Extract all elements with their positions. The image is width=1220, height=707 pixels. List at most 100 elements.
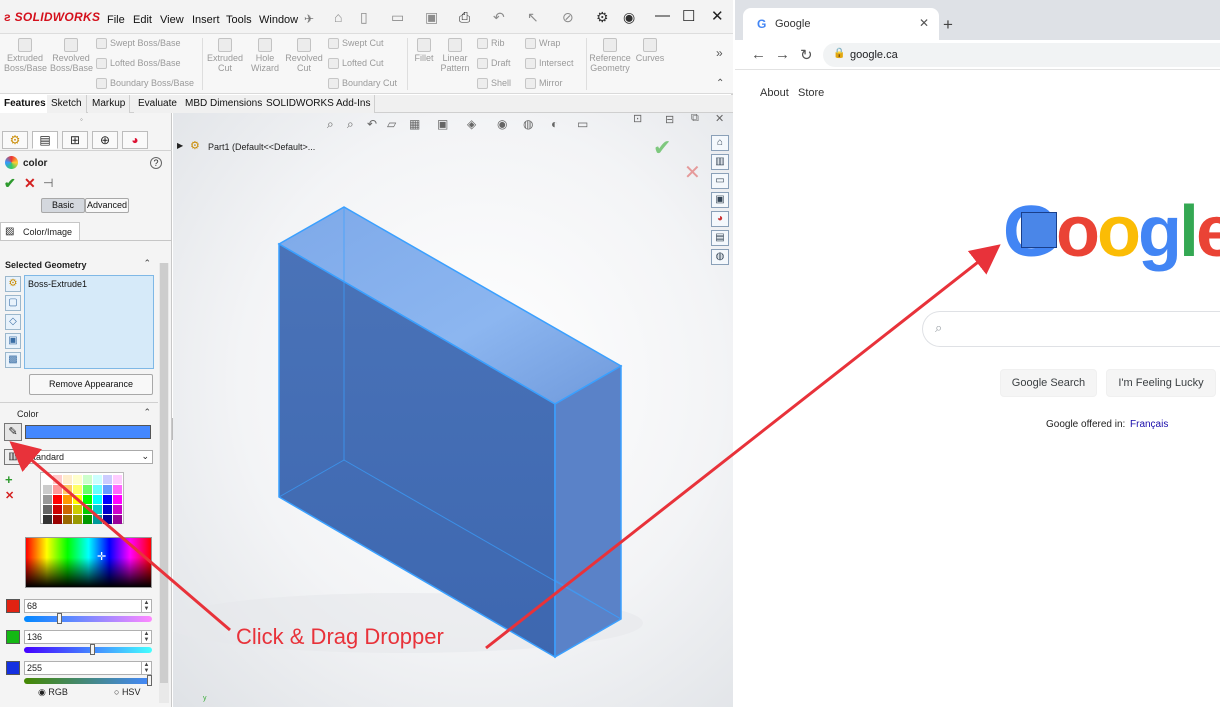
home-icon[interactable]: ⌂: [334, 9, 342, 25]
palette-swatch[interactable]: [43, 515, 52, 524]
rib-button[interactable]: Rib: [477, 38, 505, 50]
palette-swatch[interactable]: [73, 475, 82, 484]
lofted-boss-button[interactable]: Lofted Boss/Base: [96, 58, 181, 70]
ribbon-collapse-icon[interactable]: ⌃: [716, 78, 724, 89]
tab-sketch[interactable]: Sketch: [47, 95, 87, 113]
undo-icon[interactable]: ↶: [493, 9, 505, 26]
green-value-field[interactable]: 136 ▲ ▼: [24, 630, 152, 644]
palette-swatch[interactable]: [113, 475, 122, 484]
property-manager-icon[interactable]: ▤: [32, 131, 58, 149]
palette-swatch[interactable]: [63, 495, 72, 504]
palette-swatch[interactable]: [43, 505, 52, 514]
palette-swatch[interactable]: [83, 515, 92, 524]
tab-color-image[interactable]: ▨ Color/Image: [0, 222, 80, 240]
linear-pattern-button[interactable]: Linear Pattern: [440, 38, 470, 73]
green-slider[interactable]: [24, 644, 152, 655]
swept-boss-button[interactable]: Swept Boss/Base: [96, 38, 181, 50]
mirror-button[interactable]: Mirror: [525, 78, 563, 90]
print-icon[interactable]: ⎙: [459, 9, 470, 26]
configuration-icon[interactable]: ⊞: [62, 131, 88, 149]
list-item[interactable]: Boss-Extrude1: [28, 279, 87, 289]
palette-swatch[interactable]: [113, 515, 122, 524]
palette-swatch[interactable]: [43, 495, 52, 504]
palette-swatch[interactable]: [93, 475, 102, 484]
palette-swatch[interactable]: [83, 475, 92, 484]
red-slider-thumb[interactable]: [57, 613, 62, 624]
pin-icon[interactable]: ✈: [304, 12, 314, 26]
palette-swatch[interactable]: [83, 485, 92, 494]
boundary-boss-button[interactable]: Boundary Boss/Base: [96, 78, 194, 90]
color-spectrum[interactable]: ✛: [25, 537, 152, 588]
palette-swatch[interactable]: [53, 475, 62, 484]
select-solid-icon[interactable]: ▩: [5, 352, 21, 368]
palette-swatch[interactable]: [73, 485, 82, 494]
palette-swatch[interactable]: [63, 515, 72, 524]
palette-swatch[interactable]: [53, 505, 62, 514]
feeling-lucky-button[interactable]: I'm Feeling Lucky: [1106, 369, 1216, 397]
help-question-icon[interactable]: ?: [150, 157, 162, 169]
revolved-cut-button[interactable]: Revolved Cut: [284, 38, 324, 73]
user-icon[interactable]: ◉: [623, 9, 635, 26]
palette-swatch[interactable]: [93, 505, 102, 514]
palette-swatch[interactable]: [93, 495, 102, 504]
rgb-radio[interactable]: ◉ RGB: [38, 687, 68, 698]
paperclip-icon[interactable]: ⊘: [562, 9, 574, 26]
tab-markup[interactable]: Markup: [88, 95, 131, 113]
select-body-icon[interactable]: ▢: [5, 295, 21, 311]
save-icon[interactable]: ▣: [425, 9, 438, 26]
language-link[interactable]: Français: [1130, 419, 1168, 430]
tab-mbd-dimensions[interactable]: MBD Dimensions: [181, 95, 268, 113]
palette-swatch[interactable]: [103, 495, 112, 504]
palette-swatch[interactable]: [53, 515, 62, 524]
new-document-icon[interactable]: ▯: [360, 9, 368, 26]
boundary-cut-button[interactable]: Boundary Cut: [328, 78, 397, 90]
fillet-button[interactable]: Fillet: [410, 38, 438, 63]
palette-swatch[interactable]: [43, 485, 52, 494]
reload-icon[interactable]: ↻: [800, 46, 813, 64]
model-viewport[interactable]: [173, 113, 733, 707]
blue-slider-thumb[interactable]: [147, 675, 152, 686]
remove-appearance-button[interactable]: Remove Appearance: [29, 374, 153, 395]
dimxpert-icon[interactable]: ⊕: [92, 131, 118, 149]
green-slider-thumb[interactable]: [90, 644, 95, 655]
palette-swatch[interactable]: [73, 515, 82, 524]
swept-cut-button[interactable]: Swept Cut: [328, 38, 384, 50]
address-bar[interactable]: 🔒 google.ca: [823, 43, 1220, 67]
red-spinner[interactable]: ▲ ▼: [141, 600, 151, 612]
menu-insert[interactable]: Insert: [192, 14, 220, 26]
scrollbar-thumb[interactable]: [160, 263, 168, 683]
settings-icon[interactable]: ⚙: [596, 9, 609, 26]
swatch-grid[interactable]: [40, 472, 124, 524]
palette-swatch[interactable]: [113, 495, 122, 504]
palette-swatch[interactable]: [103, 475, 112, 484]
forward-arrow-icon[interactable]: →: [775, 46, 790, 63]
maximize-button[interactable]: ☐: [682, 7, 695, 25]
about-link[interactable]: About: [760, 87, 789, 99]
palette-swatch[interactable]: [113, 485, 122, 494]
eyedropper-button[interactable]: ✎: [4, 423, 22, 441]
blue-spinner[interactable]: ▲ ▼: [141, 662, 151, 674]
palette-swatch[interactable]: [83, 495, 92, 504]
hole-wizard-button[interactable]: Hole Wizard: [245, 38, 285, 73]
shell-button[interactable]: Shell: [477, 78, 511, 90]
red-slider[interactable]: [24, 613, 152, 624]
collapse-color-icon[interactable]: ⌃: [143, 407, 151, 418]
remove-swatch-icon[interactable]: ✕: [5, 489, 14, 502]
palette-swatch[interactable]: [103, 515, 112, 524]
palette-dropdown[interactable]: standard ⌄: [25, 450, 153, 464]
palette-swatch[interactable]: [43, 475, 52, 484]
tab-features[interactable]: Features: [0, 95, 51, 113]
palette-swatch[interactable]: [93, 515, 102, 524]
open-folder-icon[interactable]: ▭: [391, 9, 404, 26]
tab-evaluate[interactable]: Evaluate: [134, 95, 182, 113]
graphics-area[interactable]: ⌕ ⌕ ↶ ▱ ▦ ▣ ◈ ◉ ◍ ◐ ▭ ⊡ ⊟ ⧉ ✕ ▶ ⚙ Part1 …: [173, 113, 733, 707]
mode-advanced-button[interactable]: Advanced: [85, 198, 129, 213]
extruded-cut-button[interactable]: Extruded Cut: [205, 38, 245, 73]
tab-close-icon[interactable]: ✕: [919, 16, 929, 30]
select-feature-icon[interactable]: ▣: [5, 333, 21, 349]
minimize-button[interactable]: —: [655, 7, 670, 24]
curves-button[interactable]: Curves: [634, 38, 666, 63]
search-input[interactable]: ⌕: [922, 311, 1220, 347]
palette-swatch[interactable]: [53, 485, 62, 494]
menu-tools[interactable]: Tools: [226, 14, 252, 26]
